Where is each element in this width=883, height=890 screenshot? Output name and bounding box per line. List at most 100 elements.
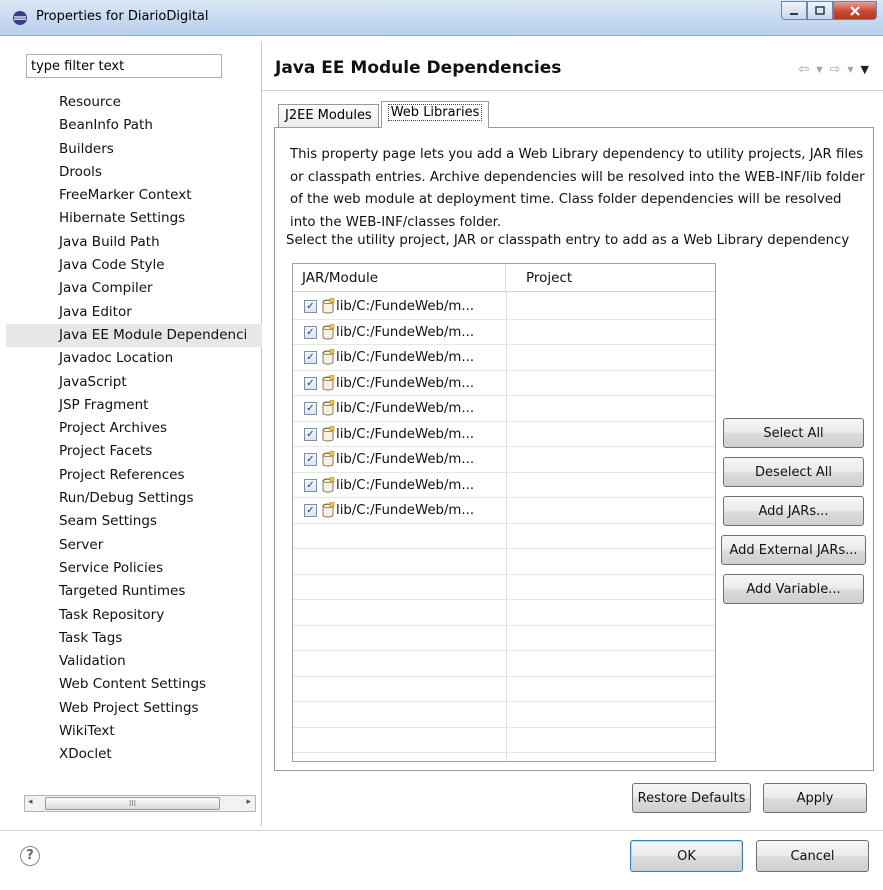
tab-web-libraries[interactable]: Web Libraries bbox=[380, 101, 490, 128]
table-row[interactable]: ✓ lib/C:/FundeWeb/m... bbox=[293, 396, 715, 422]
tree-item[interactable]: Builders bbox=[6, 138, 262, 161]
add-jars-button[interactable]: Add JARs... bbox=[723, 496, 864, 526]
tree-item[interactable]: XDoclet bbox=[6, 743, 262, 766]
tree-item[interactable]: Seam Settings bbox=[6, 510, 262, 533]
table-row[interactable]: ✓ lib/C:/FundeWeb/m... bbox=[293, 473, 715, 498]
row-checkbox[interactable]: ✓ bbox=[304, 478, 317, 492]
tree-item[interactable]: Web Project Settings bbox=[6, 697, 262, 720]
tree-item[interactable]: Project References bbox=[6, 464, 262, 487]
tree-item[interactable]: FreeMarker Context bbox=[6, 184, 262, 207]
table-row[interactable]: ✓ lib/C:/FundeWeb/m... bbox=[293, 371, 715, 396]
row-checkbox[interactable]: ✓ bbox=[304, 402, 317, 415]
row-checkbox[interactable]: ✓ bbox=[304, 325, 317, 339]
select-all-label: Select All bbox=[763, 425, 824, 441]
tree-item[interactable]: Server bbox=[6, 534, 262, 557]
tree-item[interactable]: Javadoc Location bbox=[6, 347, 262, 370]
table-row[interactable]: ✓ lib/C:/FundeWeb/m... bbox=[293, 345, 715, 371]
row-checkbox[interactable]: ✓ bbox=[304, 376, 317, 390]
select-instruction: Select the utility project, JAR or class… bbox=[286, 233, 850, 248]
forward-arrow-icon[interactable]: ⇨ bbox=[829, 62, 840, 78]
scroll-thumb[interactable]: III bbox=[45, 797, 220, 810]
tree-item[interactable]: Java Editor bbox=[6, 301, 262, 324]
row-checkbox[interactable]: ✓ bbox=[304, 427, 317, 441]
header-separator bbox=[262, 90, 883, 91]
column-header-project[interactable]: Project bbox=[506, 264, 715, 292]
add-external-jars-label: Add External JARs... bbox=[729, 542, 858, 558]
row-checkbox[interactable]: ✓ bbox=[304, 504, 317, 517]
tree-item[interactable]: WikiText bbox=[6, 720, 262, 743]
ok-label: OK bbox=[677, 848, 696, 864]
cancel-label: Cancel bbox=[790, 848, 835, 864]
tree-item[interactable]: Validation bbox=[6, 650, 262, 673]
forward-dropdown-icon[interactable]: ▼ bbox=[847, 62, 853, 78]
tree-item[interactable]: Targeted Runtimes bbox=[6, 580, 262, 603]
view-menu-icon[interactable]: ▼ bbox=[861, 62, 869, 78]
ok-button[interactable]: OK bbox=[630, 840, 743, 872]
tree-item[interactable]: Task Repository bbox=[6, 604, 262, 627]
tree-item[interactable]: Java Code Style bbox=[6, 254, 262, 277]
cancel-button[interactable]: Cancel bbox=[756, 840, 869, 872]
tree-item[interactable]: Drools bbox=[6, 161, 262, 184]
jar-icon bbox=[321, 502, 335, 518]
row-checkbox[interactable]: ✓ bbox=[304, 351, 317, 364]
tab-content: This property page lets you add a Web Li… bbox=[274, 127, 874, 771]
table-row-empty bbox=[293, 524, 715, 549]
add-variable-button[interactable]: Add Variable... bbox=[723, 574, 864, 604]
select-all-button[interactable]: Select All bbox=[723, 418, 864, 448]
table-row[interactable]: ✓ lib/C:/FundeWeb/m... bbox=[293, 320, 715, 345]
tree-item[interactable]: JSP Fragment bbox=[6, 394, 262, 417]
column-header-jar-module[interactable]: JAR/Module bbox=[293, 264, 506, 292]
deselect-all-button[interactable]: Deselect All bbox=[723, 457, 864, 487]
add-external-jars-button[interactable]: Add External JARs... bbox=[721, 535, 866, 565]
tree-item[interactable]: Web Content Settings bbox=[6, 673, 262, 696]
restore-defaults-label: Restore Defaults bbox=[637, 790, 746, 806]
row-checkbox[interactable]: ✓ bbox=[304, 300, 317, 313]
add-jars-label: Add JARs... bbox=[758, 503, 829, 519]
jar-icon bbox=[321, 374, 335, 391]
left-panel: ResourceBeanInfo PathBuildersDroolsFreeM… bbox=[6, 42, 262, 826]
tree-item[interactable]: Run/Debug Settings bbox=[6, 487, 262, 510]
help-icon[interactable]: ? bbox=[20, 846, 40, 866]
table-row[interactable]: ✓ lib/C:/FundeWeb/m... bbox=[293, 422, 715, 447]
tree-item[interactable]: Project Facets bbox=[6, 440, 262, 463]
restore-defaults-button[interactable]: Restore Defaults bbox=[632, 783, 751, 813]
tree-item[interactable]: JavaScript bbox=[6, 371, 262, 394]
maximize-icon bbox=[815, 5, 825, 15]
tree-item[interactable]: Hibernate Settings bbox=[6, 207, 262, 230]
scroll-left-icon[interactable]: ◂ bbox=[28, 797, 33, 807]
filter-input[interactable] bbox=[26, 54, 222, 78]
table-row[interactable]: ✓ lib/C:/FundeWeb/m... bbox=[293, 498, 715, 524]
tree-item[interactable]: Task Tags bbox=[6, 627, 262, 650]
tree-item[interactable]: Service Policies bbox=[6, 557, 262, 580]
tree-item[interactable]: Resource bbox=[6, 91, 262, 114]
back-dropdown-icon[interactable]: ▼ bbox=[816, 62, 822, 78]
tree-item[interactable]: Project Archives bbox=[6, 417, 262, 440]
tree-item[interactable]: BeanInfo Path bbox=[6, 114, 262, 137]
table-row[interactable]: ✓ lib/C:/FundeWeb/m... bbox=[293, 447, 715, 473]
window-controls bbox=[781, 1, 877, 21]
table-row-empty bbox=[293, 575, 715, 600]
scroll-right-icon[interactable]: ▸ bbox=[246, 797, 251, 807]
jar-path: lib/C:/FundeWeb/m... bbox=[336, 426, 475, 442]
table-row-empty bbox=[293, 702, 715, 728]
horizontal-scrollbar[interactable]: ◂ III ▸ bbox=[24, 795, 256, 812]
window-title: Properties for DiarioDigital bbox=[36, 9, 209, 24]
jar-icon bbox=[321, 425, 335, 442]
deselect-all-label: Deselect All bbox=[755, 464, 832, 480]
tree-item[interactable]: Java EE Module Dependenci bbox=[6, 323, 262, 348]
minimize-button[interactable] bbox=[781, 1, 807, 20]
row-checkbox[interactable]: ✓ bbox=[304, 453, 317, 466]
tree-item[interactable]: Java Compiler bbox=[6, 277, 262, 300]
tab-j2ee-modules[interactable]: J2EE Modules bbox=[278, 104, 379, 127]
jar-module-table: JAR/Module Project ✓ lib/C:/FundeWeb/m...… bbox=[292, 263, 716, 762]
table-row[interactable]: ✓ lib/C:/FundeWeb/m... bbox=[293, 294, 715, 320]
close-button[interactable] bbox=[833, 1, 877, 20]
apply-button[interactable]: Apply bbox=[763, 783, 867, 813]
jar-path: lib/C:/FundeWeb/m... bbox=[336, 452, 475, 467]
back-arrow-icon[interactable]: ⇦ bbox=[798, 62, 809, 78]
maximize-button[interactable] bbox=[807, 1, 833, 20]
eclipse-icon bbox=[13, 11, 27, 25]
tree-item[interactable]: Java Build Path bbox=[6, 231, 262, 254]
title-bar: Properties for DiarioDigital bbox=[0, 0, 883, 36]
table-row-empty bbox=[293, 549, 715, 575]
